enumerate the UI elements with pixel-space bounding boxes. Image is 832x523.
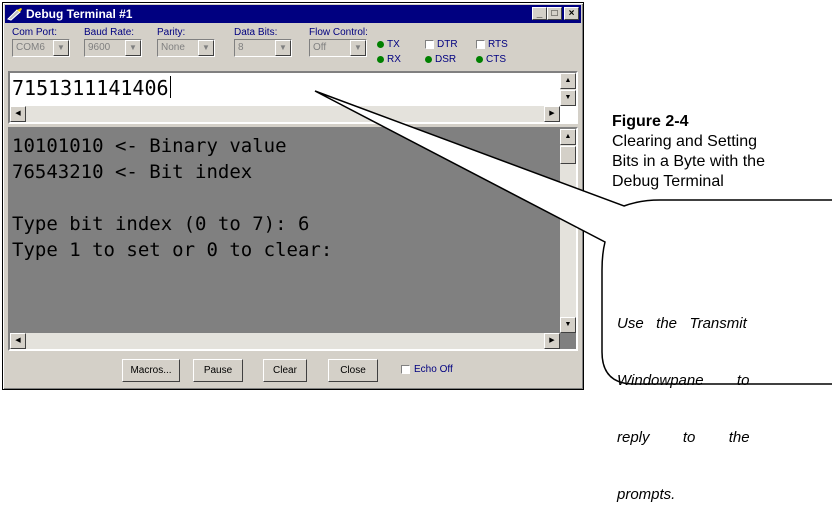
- callout-text: Use the Transmit Windowpane to reply to …: [617, 276, 817, 523]
- callout-line: Windowpane to: [617, 372, 750, 389]
- callout-line: prompts.: [617, 486, 676, 503]
- callout-line: Use the Transmit: [617, 315, 747, 332]
- callout-line: reply to the: [617, 429, 750, 446]
